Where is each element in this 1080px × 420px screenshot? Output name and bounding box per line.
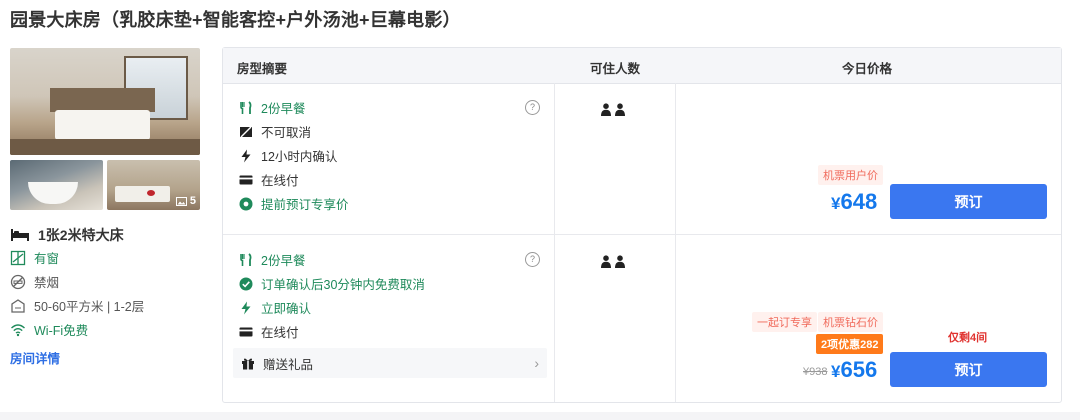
policy-breakfast: 2份早餐: [239, 98, 305, 117]
room-detail-link[interactable]: 房间详情: [10, 348, 60, 367]
guest-capacity: [601, 255, 625, 268]
section-divider: [0, 412, 1080, 420]
feature-window: 有窗: [10, 248, 59, 267]
person-icon: [601, 255, 611, 268]
policy-confirm: 12小时内确认: [239, 146, 337, 165]
discount-icon: [239, 197, 253, 210]
book-button[interactable]: 预订: [890, 184, 1047, 219]
room-main-photo[interactable]: [10, 48, 200, 155]
rate-table: 房型摘要 可住人数 今日价格 2份早餐 ? 不可取消 12小时内确认 在线付 提…: [222, 47, 1062, 403]
person-icon: [615, 255, 625, 268]
fork-knife-icon: [240, 100, 252, 114]
tag-flight-diamond-price: 机票钻石价: [818, 312, 883, 332]
lightning-icon: [241, 301, 251, 314]
feature-wifi: Wi-Fi免费: [10, 320, 88, 339]
image-icon: [175, 196, 187, 206]
photo-count: 5: [175, 195, 196, 207]
book-button[interactable]: 预订: [890, 352, 1047, 387]
person-icon: [601, 103, 611, 116]
guest-capacity: [601, 103, 625, 116]
original-price: ¥938: [803, 366, 828, 378]
price: ¥656: [831, 357, 877, 383]
card-icon: [239, 327, 253, 336]
price-amount: 648: [840, 189, 878, 214]
help-icon[interactable]: ?: [525, 100, 540, 115]
chevron-right-icon: ›: [534, 355, 539, 371]
no-smoking-icon: [10, 274, 26, 289]
header-summary: 房型摘要: [237, 62, 288, 76]
lightning-icon: [241, 149, 251, 162]
policy-payment: 在线付: [239, 322, 299, 341]
policy-early-booking: 提前预订专享价: [239, 194, 349, 213]
card-icon: [239, 175, 253, 184]
tag-flight-user-price: 机票用户价: [818, 165, 883, 185]
remaining-rooms: 仅剩4间: [948, 332, 988, 344]
help-icon[interactable]: ?: [525, 252, 540, 267]
person-icon: [615, 103, 625, 116]
bed-icon: [11, 229, 29, 241]
wifi-icon: [11, 323, 25, 336]
feature-area: 50-60平方米 | 1-2层: [10, 296, 144, 315]
price-amount: 656: [840, 357, 878, 382]
policy-cancel: 不可取消: [239, 122, 311, 141]
table-header: 房型摘要 可住人数 今日价格: [223, 48, 1061, 84]
header-guests: 可住人数: [590, 62, 641, 76]
header-price: 今日价格: [842, 62, 893, 76]
policy-payment: 在线付: [239, 170, 299, 189]
gift-bar[interactable]: 赠送礼品 ›: [233, 348, 547, 378]
no-cancel-icon: [240, 126, 252, 137]
policy-breakfast: 2份早餐: [239, 250, 305, 269]
policy-instant-confirm: 立即确认: [239, 298, 311, 317]
room-thumbnail-bedroom[interactable]: 5: [107, 160, 200, 210]
discount-badge[interactable]: 2项优惠282: [816, 334, 884, 354]
fork-knife-icon: [240, 252, 252, 266]
feature-no-smoking: 禁烟: [10, 272, 59, 291]
gift-label: 赠送礼品: [263, 357, 314, 372]
bed-type: 1张2米特大床: [10, 225, 124, 245]
tag-group-booking: 一起订专享: [752, 312, 817, 332]
price: ¥648: [831, 189, 877, 215]
gift-icon: [242, 358, 254, 370]
window-icon: [10, 250, 26, 265]
area-icon: [11, 298, 25, 313]
room-thumbnail-bath[interactable]: [10, 160, 103, 210]
check-circle-icon: [239, 277, 253, 290]
policy-free-cancel: 订单确认后30分钟内免费取消: [239, 274, 425, 293]
room-title: 园景大床房（乳胶床垫+智能客控+户外汤池+巨幕电影）: [10, 10, 461, 30]
